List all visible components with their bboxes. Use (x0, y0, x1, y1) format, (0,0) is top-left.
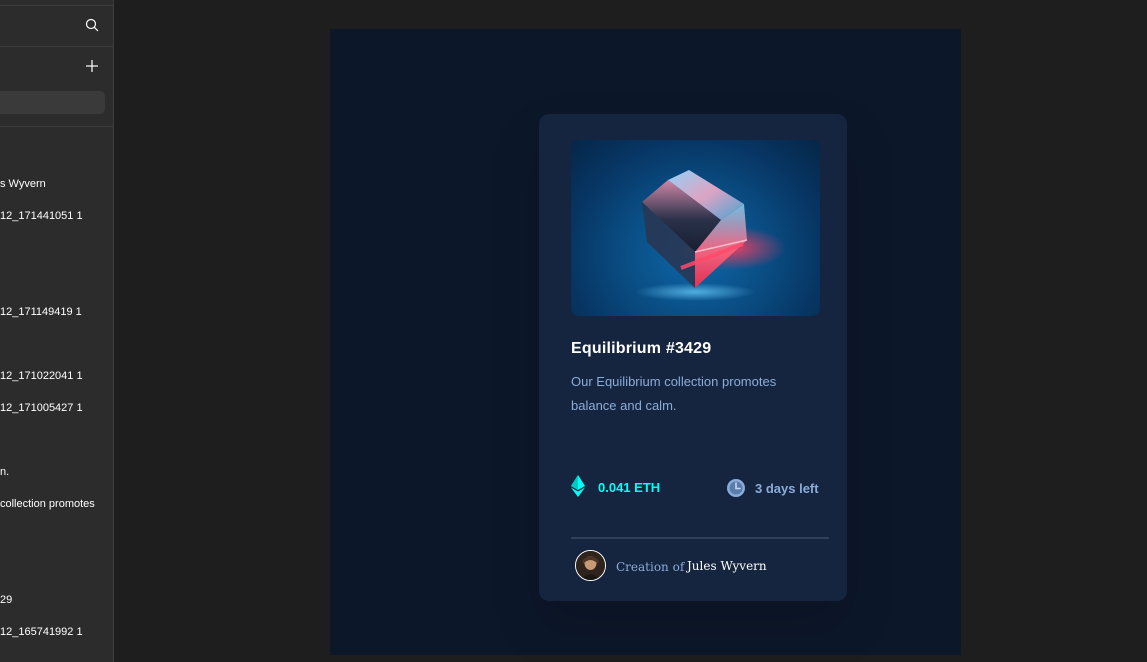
nft-image[interactable] (571, 140, 820, 316)
layer-filter-input[interactable] (0, 91, 105, 114)
creator-name[interactable]: Jules Wyvern (687, 559, 767, 573)
layer-item[interactable]: collection promotes (0, 497, 95, 511)
search-icon[interactable] (85, 18, 99, 32)
card-divider (571, 537, 829, 539)
clock-icon (727, 479, 745, 497)
layer-item[interactable]: 29 (0, 593, 12, 607)
plus-icon[interactable] (85, 59, 99, 73)
nft-description: Our Equilibrium collection promotes bala… (571, 374, 777, 413)
layer-item[interactable]: 12_171022041 1 (0, 369, 83, 383)
nft-title[interactable]: Equilibrium #3429 (571, 340, 711, 358)
time-left: 3 days left (755, 481, 819, 496)
panel-divider (0, 126, 113, 127)
layer-item[interactable]: n. (0, 465, 9, 479)
layer-item[interactable]: 12_165741992 1 (0, 625, 83, 639)
price-value: 0.041 ETH (598, 480, 661, 495)
nft-card[interactable]: Equilibrium #3429 Our Equilibrium collec… (539, 114, 847, 601)
layer-item[interactable]: 12_171149419 1 (0, 305, 82, 319)
creation-label: Creation of (616, 560, 685, 574)
avatar (575, 550, 606, 581)
ethereum-icon (571, 475, 585, 497)
layer-item[interactable]: s Wyvern (0, 177, 46, 191)
canvas-frame[interactable]: Equilibrium #3429 Our Equilibrium collec… (330, 29, 961, 655)
layers-panel: s Wyvern 12_171441051 1 12_171149419 1 1… (0, 0, 114, 662)
layer-item[interactable]: 12_171005427 1 (0, 401, 83, 415)
crystal-cube-illustration (635, 170, 786, 301)
layer-item[interactable]: 12_171441051 1 (0, 209, 83, 223)
